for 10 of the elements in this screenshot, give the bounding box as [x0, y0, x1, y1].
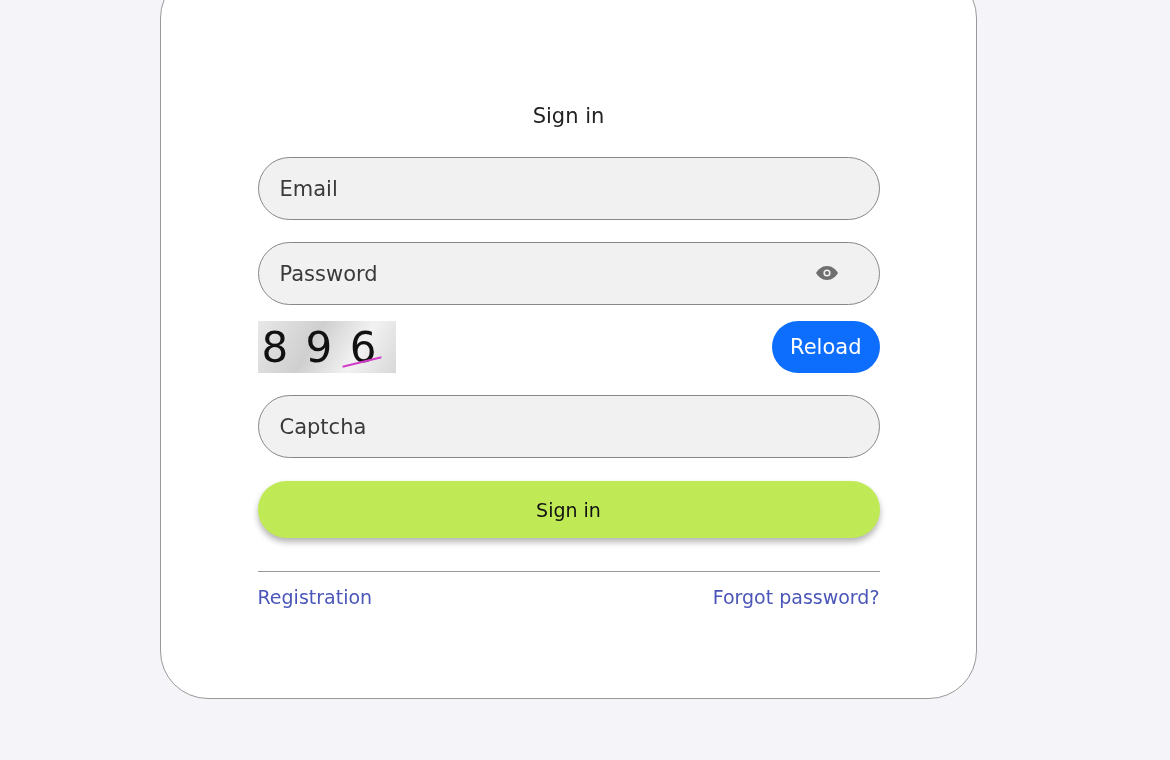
email-field[interactable]: Email	[257, 157, 880, 220]
reload-button[interactable]: Reload	[772, 321, 880, 373]
registration-link[interactable]: Registration	[257, 586, 373, 608]
captcha-field[interactable]: Captcha	[257, 395, 880, 458]
eye-icon[interactable]	[815, 266, 838, 280]
sign-in-button[interactable]: Sign in	[257, 481, 880, 538]
password-field[interactable]: Password	[257, 242, 880, 305]
captcha-image: 8 9 6	[257, 321, 396, 373]
forgot-password-link[interactable]: Forgot password?	[712, 586, 880, 608]
form-title: Sign in	[531, 103, 606, 130]
